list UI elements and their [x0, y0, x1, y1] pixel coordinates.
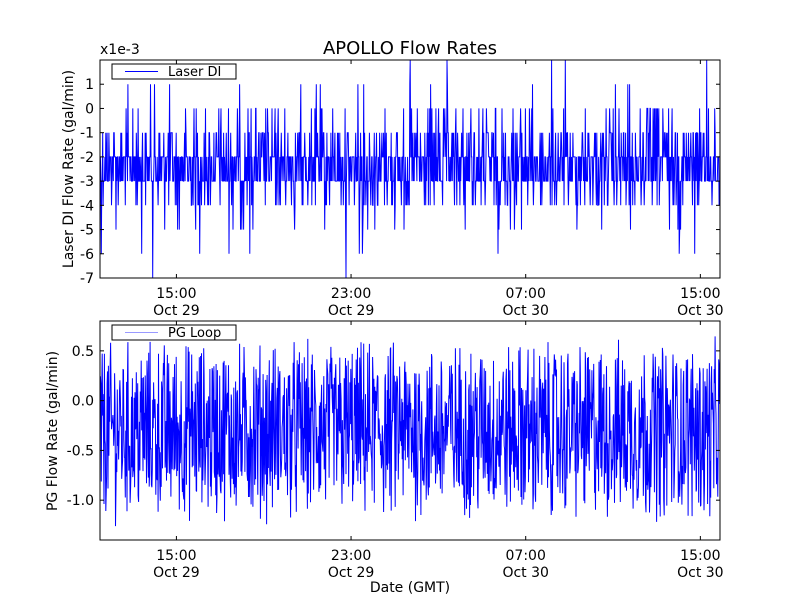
top-y-axis-label: Laser DI Flow Rate (gal/min): [61, 70, 77, 268]
y-tick-label: -3: [80, 174, 94, 190]
x-tick-label-time: 07:00: [506, 286, 546, 302]
y-tick-label: -7: [80, 271, 94, 287]
legend-label: PG Loop: [168, 326, 221, 341]
x-tick-label-time: 23:00: [331, 286, 371, 302]
y-tick-label: -4: [80, 198, 94, 214]
y-tick-label: -1: [80, 126, 94, 142]
y-tick-label: 0.5: [72, 344, 94, 360]
bottom-y-axis-label: PG Flow Rate (gal/min): [45, 351, 61, 511]
x-tick-label-date: Oct 29: [328, 303, 374, 319]
x-tick-label-time: 23:00: [331, 548, 371, 564]
series-line-laser-di: [99, 59, 721, 279]
y-tick-label: 0.0: [72, 394, 94, 410]
series-line-pg-loop: [99, 336, 721, 527]
x-tick-label-date: Oct 30: [502, 303, 548, 319]
legend: PG Loop: [111, 324, 237, 341]
y-tick-label: 0: [85, 101, 94, 117]
figure: APOLLO Flow Rates x1e-3 Laser DI Flow Ra…: [45, 38, 724, 596]
x-axis-label: Date (GMT): [370, 580, 450, 596]
x-tick-label-date: Oct 30: [502, 565, 548, 581]
x-tick-label-date: Oct 30: [677, 303, 723, 319]
x-tick-label-date: Oct 29: [153, 565, 199, 581]
y-tick-label: -2: [80, 150, 94, 166]
y-tick-label: -5: [80, 223, 94, 239]
top-axes: Laser DI10-1-2-3-4-5-6-715:00Oct 2923:00…: [80, 59, 724, 319]
x-tick-label-date: Oct 29: [328, 565, 374, 581]
x-tick-label-time: 15:00: [156, 286, 196, 302]
bottom-axes: PG Loop0.50.0-0.5-1.015:00Oct 2923:00Oct…: [67, 320, 724, 581]
x-tick-label-date: Oct 30: [677, 565, 723, 581]
y-tick-label: -1.0: [67, 493, 94, 509]
chart-title: APOLLO Flow Rates: [323, 38, 497, 59]
legend-label: Laser DI: [168, 65, 221, 80]
top-offset-label: x1e-3: [100, 42, 140, 58]
x-tick-label-date: Oct 29: [153, 303, 199, 319]
x-tick-label-time: 15:00: [680, 286, 720, 302]
legend: Laser DI: [111, 63, 237, 80]
y-tick-label: 1: [85, 77, 94, 93]
x-tick-label-time: 15:00: [680, 548, 720, 564]
y-tick-label: -0.5: [67, 443, 94, 459]
y-tick-label: -6: [80, 247, 94, 263]
x-tick-label-time: 07:00: [506, 548, 546, 564]
x-tick-label-time: 15:00: [156, 548, 196, 564]
